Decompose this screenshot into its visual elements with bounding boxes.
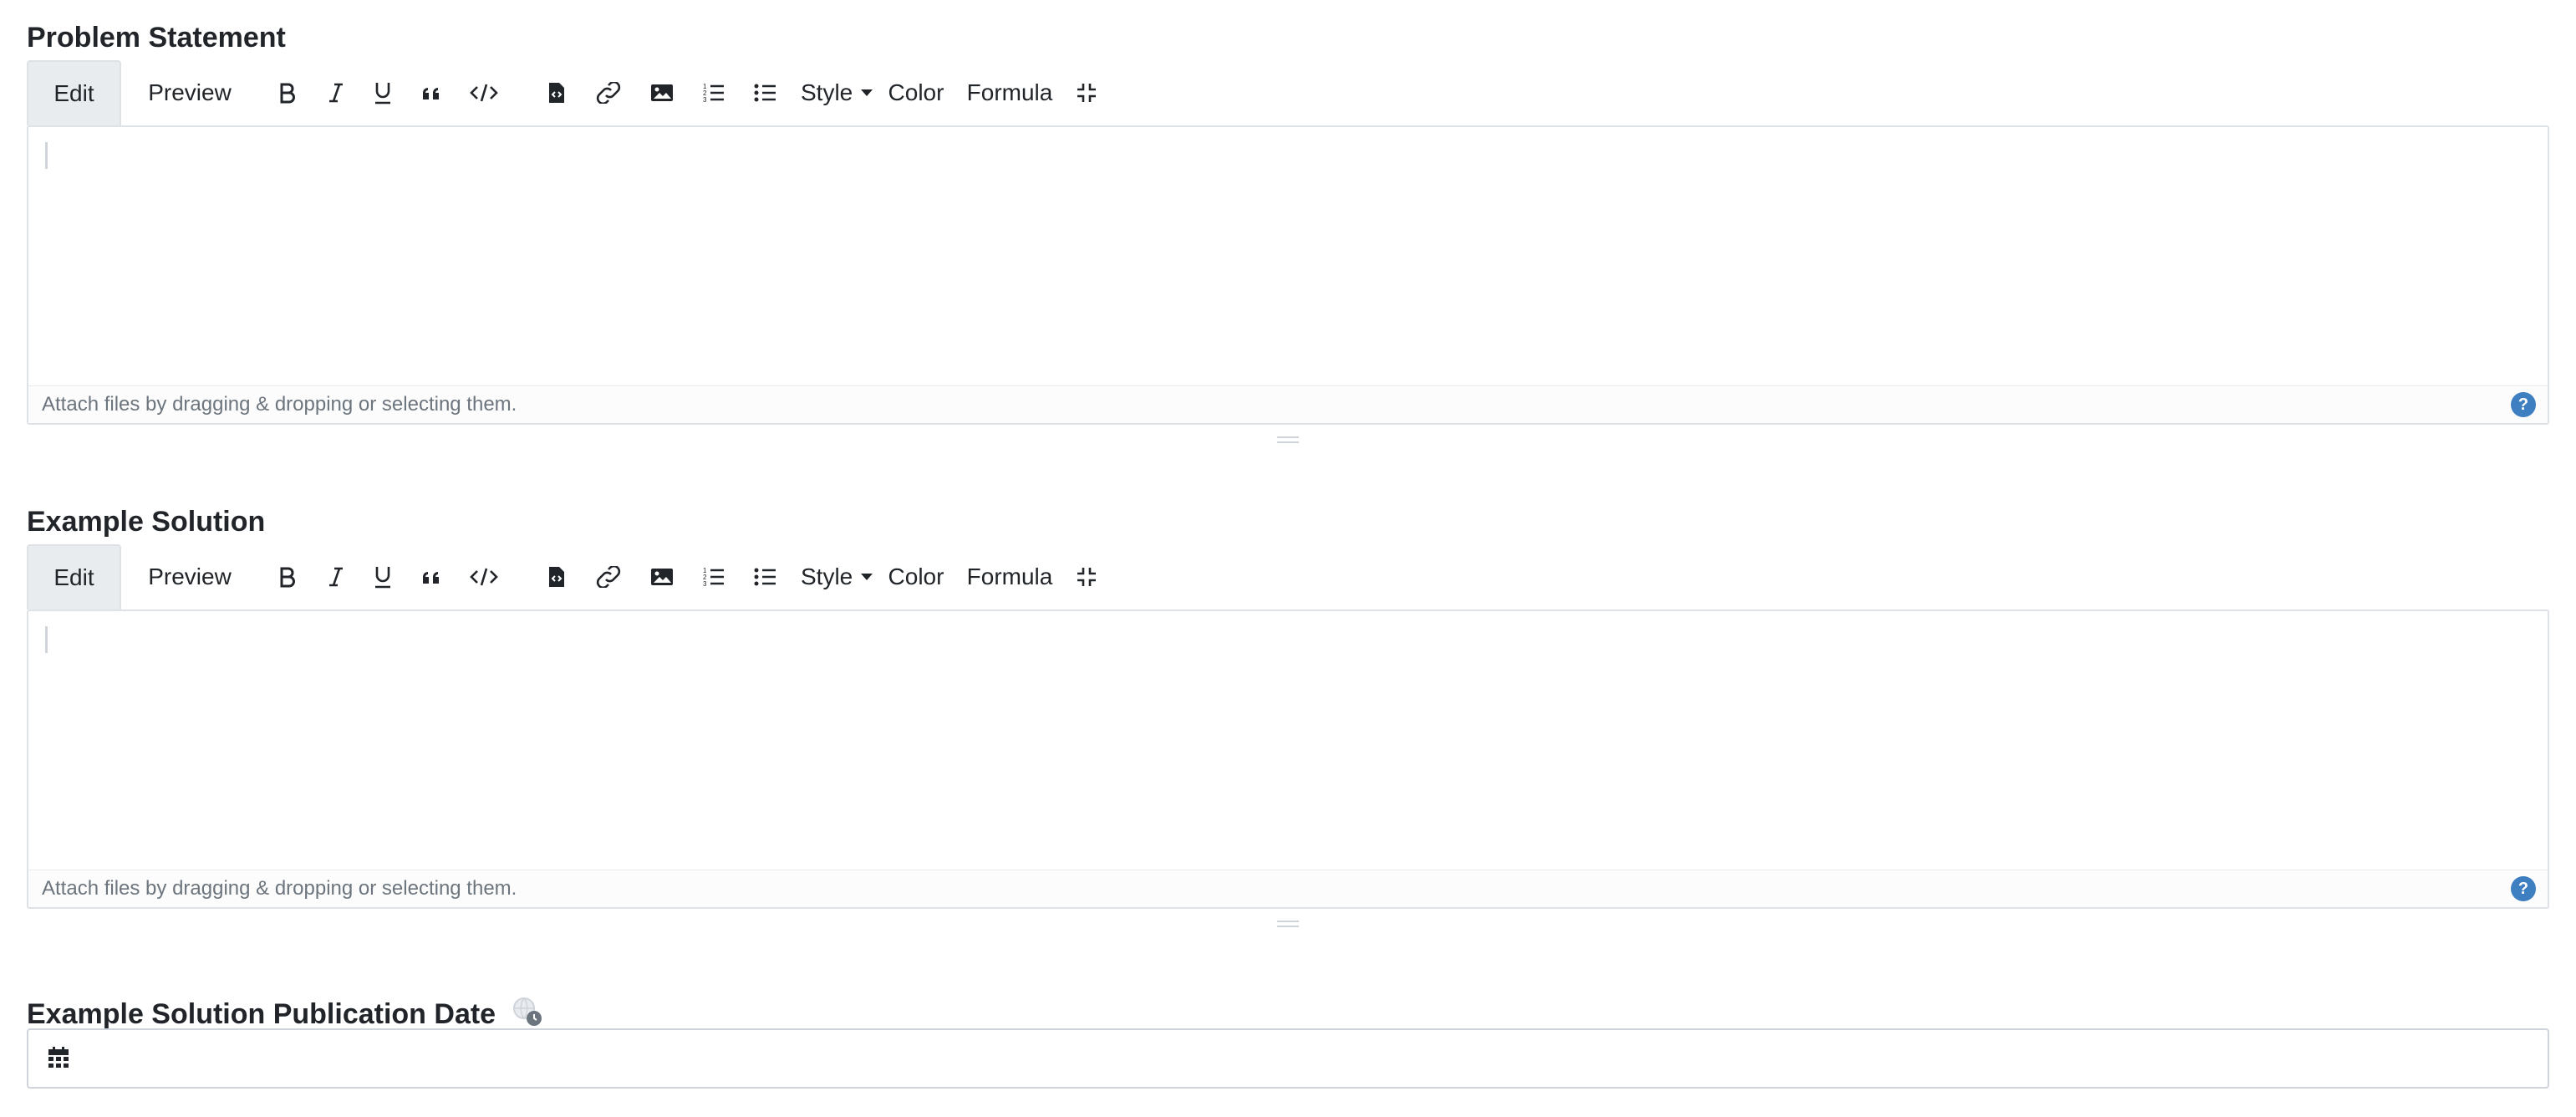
help-icon[interactable]: ? <box>2511 876 2536 901</box>
code-block-icon <box>549 83 564 103</box>
code-block-button[interactable] <box>540 60 573 125</box>
unordered-list-icon <box>754 84 776 102</box>
editor-textarea[interactable] <box>28 127 2548 386</box>
italic-button[interactable] <box>321 60 351 125</box>
quote-button[interactable] <box>415 60 448 125</box>
text-cursor <box>45 626 48 653</box>
link-button[interactable] <box>590 60 627 125</box>
code-button[interactable] <box>465 544 503 610</box>
image-icon <box>651 84 673 101</box>
formula-button[interactable]: Formula <box>961 60 1058 125</box>
publication-date-input[interactable] <box>27 1028 2549 1089</box>
attach-files-bar[interactable]: Attach files by dragging & dropping or s… <box>28 385 2548 423</box>
problem-statement-editor: Attach files by dragging & dropping or s… <box>27 125 2549 425</box>
code-button[interactable] <box>465 60 503 125</box>
ordered-list-button[interactable]: 123 <box>695 60 732 125</box>
bold-icon <box>280 83 295 104</box>
editor-textarea[interactable] <box>28 611 2548 870</box>
fullscreen-icon <box>1077 568 1096 586</box>
image-button[interactable] <box>645 544 679 610</box>
caret-down-icon <box>861 574 873 580</box>
fullscreen-icon <box>1077 84 1096 102</box>
image-icon <box>651 569 673 585</box>
italic-icon <box>329 567 343 587</box>
svg-text:3: 3 <box>703 580 707 588</box>
ordered-list-button[interactable]: 123 <box>695 544 732 610</box>
unordered-list-button[interactable] <box>747 544 784 610</box>
color-button[interactable]: Color <box>881 60 951 125</box>
attach-files-text: Attach files by dragging & dropping or s… <box>42 393 517 416</box>
fullscreen-button[interactable] <box>1068 60 1105 125</box>
link-icon <box>596 566 621 588</box>
underline-button[interactable] <box>366 60 400 125</box>
unordered-list-button[interactable] <box>747 60 784 125</box>
resize-handle[interactable] <box>1277 436 1299 445</box>
italic-icon <box>329 83 343 103</box>
globe-clock-icon <box>512 997 542 1026</box>
attach-files-text: Attach files by dragging & dropping or s… <box>42 877 517 900</box>
italic-button[interactable] <box>321 544 351 610</box>
style-dropdown[interactable]: Style <box>801 544 879 610</box>
tab-edit[interactable]: Edit <box>27 60 121 125</box>
svg-text:3: 3 <box>703 96 707 104</box>
ordered-list-icon: 123 <box>703 83 724 104</box>
tab-edit[interactable]: Edit <box>27 544 121 610</box>
link-button[interactable] <box>590 544 627 610</box>
caret-down-icon <box>861 89 873 96</box>
publication-date-title: Example Solution Publication Date <box>27 990 544 1031</box>
image-button[interactable] <box>645 60 679 125</box>
style-label: Style <box>801 564 853 589</box>
publication-date-label: Example Solution Publication Date <box>27 998 496 1030</box>
resize-handle[interactable] <box>1277 921 1299 929</box>
fullscreen-button[interactable] <box>1068 544 1105 610</box>
code-block-icon <box>549 567 564 587</box>
attach-files-bar[interactable]: Attach files by dragging & dropping or s… <box>28 870 2548 907</box>
quote-icon <box>423 88 439 99</box>
ordered-list-icon: 123 <box>703 567 724 588</box>
calendar-icon <box>48 1047 69 1068</box>
section-title: Example Solution <box>27 506 266 538</box>
quote-button[interactable] <box>415 544 448 610</box>
link-icon <box>596 82 621 104</box>
color-button[interactable]: Color <box>881 544 951 610</box>
underline-button[interactable] <box>366 544 400 610</box>
style-label: Style <box>801 79 853 105</box>
unordered-list-icon <box>754 568 776 586</box>
formula-button[interactable]: Formula <box>961 544 1058 610</box>
text-cursor <box>45 142 48 169</box>
underline-icon <box>375 567 390 589</box>
section-title: Problem Statement <box>27 22 286 54</box>
editor-toolbar: Edit Preview 123 Style Color Formula <box>27 60 2549 125</box>
code-icon <box>470 568 498 586</box>
code-block-button[interactable] <box>540 544 573 610</box>
bold-button[interactable] <box>271 60 304 125</box>
tab-preview[interactable]: Preview <box>144 60 236 125</box>
editor-toolbar: Edit Preview 123 Style Color Formula <box>27 544 2549 610</box>
help-icon[interactable]: ? <box>2511 392 2536 417</box>
underline-icon <box>375 83 390 105</box>
bold-icon <box>280 567 295 588</box>
tab-preview[interactable]: Preview <box>144 544 236 610</box>
bold-button[interactable] <box>271 544 304 610</box>
example-solution-editor: Attach files by dragging & dropping or s… <box>27 610 2549 909</box>
style-dropdown[interactable]: Style <box>801 60 879 125</box>
quote-icon <box>423 572 439 584</box>
code-icon <box>470 84 498 102</box>
